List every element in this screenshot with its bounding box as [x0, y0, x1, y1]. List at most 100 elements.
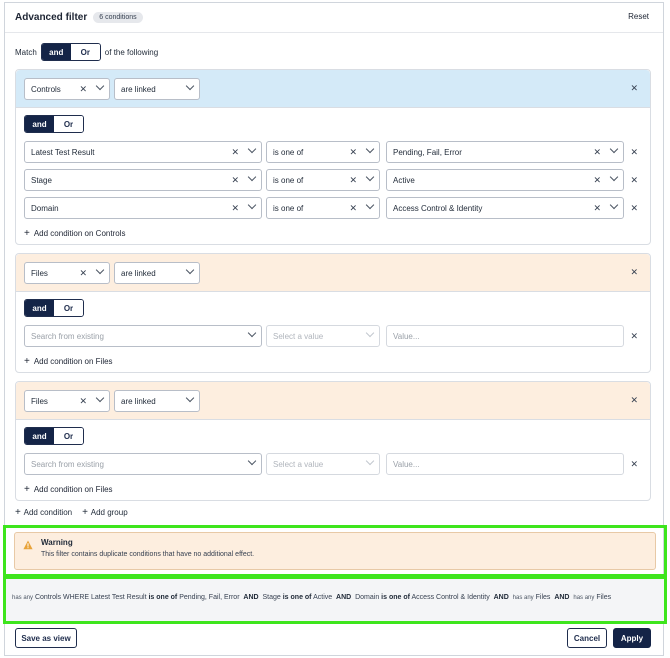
chevron-down-icon	[247, 200, 257, 210]
search-placeholder: Search from existing	[31, 459, 104, 469]
condition-operator-select[interactable]: is one of ✕	[266, 169, 380, 191]
group-and-button[interactable]: and	[25, 428, 54, 444]
group-or-button[interactable]: Or	[54, 428, 83, 444]
group-controls-entity-select[interactable]: Controls ✕	[24, 78, 110, 100]
remove-group-icon[interactable]: ✕	[630, 83, 638, 94]
clear-icon[interactable]: ✕	[593, 147, 601, 158]
group-and-button[interactable]: and	[25, 300, 54, 316]
group-files-entity-select[interactable]: Files ✕	[24, 262, 110, 284]
summary-entity: Files	[596, 594, 612, 601]
condition-operator-select[interactable]: is one of ✕	[266, 197, 380, 219]
group-files-entity-select[interactable]: Files ✕	[24, 390, 110, 412]
condition-value-select[interactable]: Pending, Fail, Error ✕	[386, 141, 624, 163]
add-condition-link[interactable]: + Add condition	[15, 507, 72, 518]
relation-value: are linked	[121, 396, 156, 406]
summary-field: Stage	[262, 594, 281, 601]
clear-icon[interactable]: ✕	[79, 396, 87, 407]
summary-has-any: has any	[512, 595, 534, 601]
value-input[interactable]: Value...	[386, 453, 624, 475]
remove-group-icon[interactable]: ✕	[630, 267, 638, 278]
remove-condition-icon[interactable]: ✕	[630, 203, 638, 214]
chevron-down-icon	[247, 144, 257, 154]
cancel-button[interactable]: Cancel	[567, 628, 607, 648]
chevron-down-icon	[247, 456, 257, 466]
field-value: Latest Test Result	[31, 147, 95, 157]
operator-select-disabled[interactable]: Select a value	[266, 325, 380, 347]
operator-value: is one of	[273, 147, 304, 157]
value-input[interactable]: Value...	[386, 325, 624, 347]
condition-value: Active	[393, 175, 415, 185]
group-or-button[interactable]: Or	[54, 116, 83, 132]
summary-and: AND	[336, 594, 352, 601]
condition-value-select[interactable]: Access Control & Identity ✕	[386, 197, 624, 219]
group-files-relation-select[interactable]: are linked	[114, 390, 200, 412]
remove-group-icon[interactable]: ✕	[630, 395, 638, 406]
condition-operator-select[interactable]: is one of ✕	[266, 141, 380, 163]
group-or-button[interactable]: Or	[54, 300, 83, 316]
summary-value: Access Control & Identity	[411, 594, 490, 601]
clear-icon[interactable]: ✕	[349, 175, 357, 186]
remove-condition-icon[interactable]: ✕	[630, 459, 638, 470]
operator-value: is one of	[273, 203, 304, 213]
remove-condition-icon[interactable]: ✕	[630, 147, 638, 158]
match-and-button[interactable]: and	[41, 44, 71, 60]
condition-field-select[interactable]: Latest Test Result ✕	[24, 141, 262, 163]
add-condition-on-files-link[interactable]: + Add condition on Files	[24, 356, 113, 367]
value-placeholder: Value...	[393, 459, 420, 469]
add-condition-on-controls-link[interactable]: + Add condition on Controls	[24, 228, 125, 239]
group-controls-header: Controls ✕ are linked ✕	[16, 70, 650, 108]
save-as-view-button[interactable]: Save as view	[15, 628, 77, 648]
plus-icon: +	[24, 228, 30, 239]
search-existing-select[interactable]: Search from existing	[24, 453, 262, 475]
group-controls-relation-select[interactable]: are linked	[114, 78, 200, 100]
add-condition-on-files-link[interactable]: + Add condition on Files	[24, 484, 113, 495]
summary-field: Domain	[355, 594, 380, 601]
remove-condition-icon[interactable]: ✕	[630, 331, 638, 342]
entity-value: Files	[31, 268, 48, 278]
summary-has-any: has any	[12, 595, 34, 601]
group-files-relation-select[interactable]: are linked	[114, 262, 200, 284]
filter-summary: has any Controls WHERE Latest Test Resul…	[12, 593, 658, 603]
clear-icon[interactable]: ✕	[231, 203, 239, 214]
relation-value: are linked	[121, 84, 156, 94]
plus-icon: +	[24, 356, 30, 367]
condition-field-select[interactable]: Stage ✕	[24, 169, 262, 191]
group-and-button[interactable]: and	[25, 116, 54, 132]
value-placeholder: Value...	[393, 331, 420, 341]
condition-field-select[interactable]: Domain ✕	[24, 197, 262, 219]
reset-button[interactable]: Reset	[628, 12, 649, 21]
clear-icon[interactable]: ✕	[349, 203, 357, 214]
summary-value: Pending, Fail, Error	[179, 594, 240, 601]
chevron-down-icon	[185, 393, 195, 403]
operator-select-disabled[interactable]: Select a value	[266, 453, 380, 475]
chevron-down-icon	[609, 200, 619, 210]
condition-value: Pending, Fail, Error	[393, 147, 462, 157]
clear-icon[interactable]: ✕	[79, 84, 87, 95]
remove-condition-icon[interactable]: ✕	[630, 175, 638, 186]
chevron-down-icon	[247, 328, 257, 338]
bottom-add-links: + Add condition + Add group	[15, 507, 128, 518]
summary-operator: is one of	[381, 594, 410, 601]
group-files-1-header: Files ✕ are linked ✕	[16, 254, 650, 292]
relation-value: are linked	[121, 268, 156, 278]
group-files-logic-toggle: and Or	[24, 427, 84, 445]
condition-value-select[interactable]: Active ✕	[386, 169, 624, 191]
entity-value: Files	[31, 396, 48, 406]
match-or-button[interactable]: Or	[70, 44, 100, 60]
clear-icon[interactable]: ✕	[231, 147, 239, 158]
select-placeholder: Select a value	[273, 459, 324, 469]
clear-icon[interactable]: ✕	[593, 203, 601, 214]
clear-icon[interactable]: ✕	[231, 175, 239, 186]
clear-icon[interactable]: ✕	[593, 175, 601, 186]
clear-icon[interactable]: ✕	[349, 147, 357, 158]
apply-button[interactable]: Apply	[613, 628, 651, 648]
panel-header: Advanced filter 6 conditions Reset	[5, 3, 663, 33]
match-suffix: of the following	[104, 47, 159, 57]
clear-icon[interactable]: ✕	[79, 268, 87, 279]
match-row: Match and Or of the following	[15, 43, 158, 61]
search-placeholder: Search from existing	[31, 331, 104, 341]
plus-icon: +	[15, 507, 24, 518]
warning-title: Warning	[41, 538, 73, 547]
add-group-link[interactable]: + Add group	[82, 507, 128, 518]
search-existing-select[interactable]: Search from existing	[24, 325, 262, 347]
